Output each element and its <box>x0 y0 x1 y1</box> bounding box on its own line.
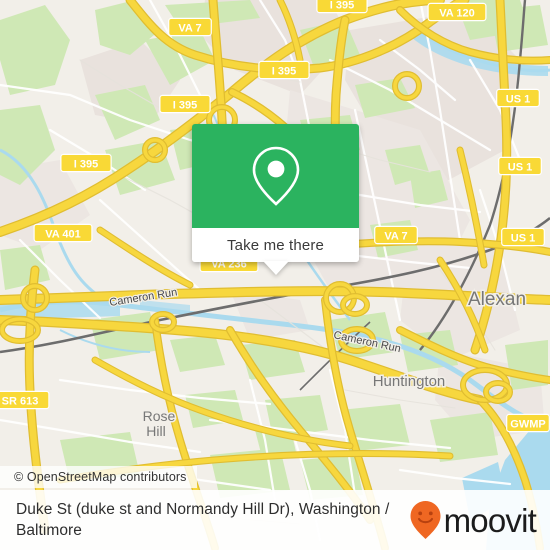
map-place-label: Rose <box>143 408 176 424</box>
highway-shield: US 1 <box>496 88 540 108</box>
map-screenshot: .park { fill:#cfe8b5; } .urban { fill:#e… <box>0 0 550 550</box>
take-me-there-label: Take me there <box>227 236 324 254</box>
highway-shield: I 395 <box>316 0 368 14</box>
moovit-brand[interactable]: moovit <box>409 500 537 540</box>
highway-shield-label: US 1 <box>508 161 532 173</box>
highway-shield: GWMP <box>506 413 550 433</box>
location-popup-card[interactable]: Take me there <box>192 124 359 275</box>
popup-pointer-tail <box>262 261 289 275</box>
highway-shield-label: US 1 <box>511 232 535 244</box>
highway-shield: I 395 <box>159 94 211 114</box>
highway-shield-label: GWMP <box>510 418 545 430</box>
highway-shield-label: US 1 <box>506 93 530 105</box>
highway-shield-label: VA 7 <box>178 22 201 34</box>
highway-shield: US 1 <box>501 227 545 247</box>
highway-shield: VA 401 <box>33 223 93 243</box>
highway-shield-label: VA 120 <box>439 7 474 19</box>
moovit-wordmark: moovit <box>443 501 537 539</box>
highway-shield-label: I 395 <box>330 0 354 11</box>
highway-shield-label: I 395 <box>173 99 197 111</box>
map-place-label: Huntington <box>373 373 446 390</box>
highway-shield: VA 7 <box>168 17 212 37</box>
highway-shield-label: VA 401 <box>45 228 80 240</box>
highway-shield: I 395 <box>60 153 112 173</box>
popup-icon-area <box>192 124 359 228</box>
footer-bar: Duke St (duke st and Normandy Hill Dr), … <box>0 490 550 550</box>
highway-shield-label: SR 613 <box>2 395 39 407</box>
location-title: Duke St (duke st and Normandy Hill Dr), … <box>16 501 390 539</box>
attribution-text: © OpenStreetMap contributors <box>14 470 187 484</box>
highway-shield: US 1 <box>498 156 542 176</box>
moovit-pin-smile-icon <box>410 501 441 539</box>
take-me-there-button[interactable]: Take me there <box>192 228 359 262</box>
highway-shield: I 395 <box>258 60 310 80</box>
highway-shield-label: VA 7 <box>384 230 407 242</box>
map-pin-icon <box>252 146 299 206</box>
highway-shield: VA 120 <box>427 2 487 22</box>
highway-shield-label: I 395 <box>74 158 98 170</box>
highway-shield-label: I 395 <box>272 65 296 77</box>
map-place-label: Hill <box>146 423 165 439</box>
highway-shield: VA 7 <box>374 225 418 245</box>
map-place-label: Alexan <box>468 289 526 310</box>
highway-shield: SR 613 <box>0 390 50 410</box>
osm-attribution[interactable]: © OpenStreetMap contributors <box>0 466 197 488</box>
